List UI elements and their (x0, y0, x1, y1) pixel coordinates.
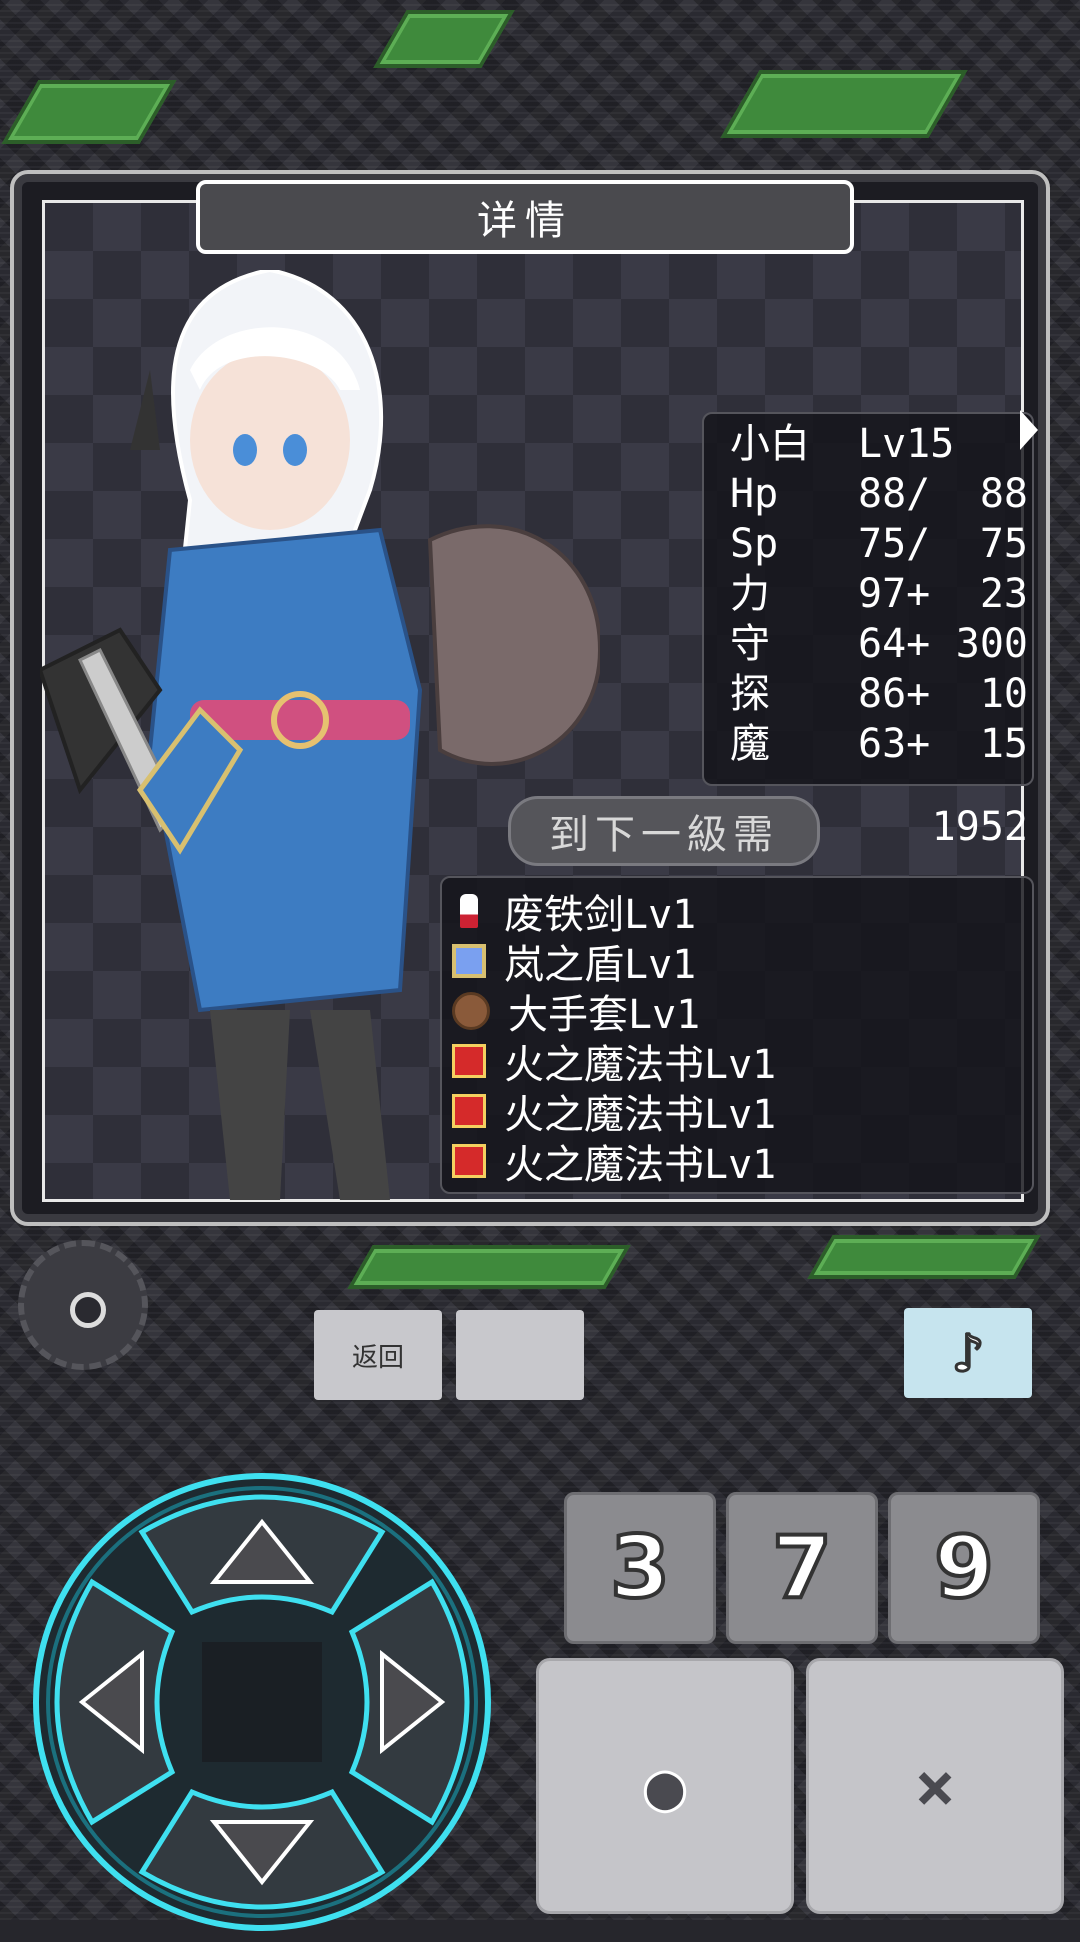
stat-row-sp: Sp 75/75 (730, 521, 1028, 567)
panel-title: 详情 (196, 180, 854, 254)
sword-icon (460, 894, 478, 928)
next-level-row: 到下一級需 1952 (508, 796, 1028, 866)
equipment-item[interactable]: 废铁剑Lv1 (442, 886, 696, 938)
back-button[interactable]: 返回 (314, 1310, 442, 1400)
music-note-icon: ♪ (950, 1320, 985, 1386)
equipment-item[interactable]: 火之魔法书Lv1 (442, 1036, 776, 1088)
stat-row-strength: 力 97+ 23 (730, 571, 1028, 617)
map-tile (807, 1235, 1041, 1279)
confirm-button[interactable]: ● (536, 1658, 794, 1914)
cancel-button[interactable]: ✕ (806, 1658, 1064, 1914)
next-level-label: 到下一級需 (508, 796, 820, 866)
stat-row-explore: 探 86+ 10 (730, 671, 1028, 717)
num-button-7[interactable]: 7 (726, 1492, 878, 1644)
dpad-center (202, 1642, 322, 1762)
book-icon (452, 1094, 486, 1128)
blank-button[interactable] (456, 1310, 584, 1400)
stat-row-name: 小白 Lv15 (730, 421, 955, 467)
shield-icon (452, 944, 486, 978)
equipment-list: 废铁剑Lv1 岚之盾Lv1 大手套Lv1 火之魔法书Lv1 火之魔法书Lv1 火… (440, 876, 1034, 1194)
settings-gear-icon[interactable] (18, 1240, 148, 1370)
num-button-3[interactable]: 3 (564, 1492, 716, 1644)
circle-icon: ● (644, 1746, 687, 1826)
equipment-item[interactable]: 岚之盾Lv1 (442, 936, 696, 988)
stat-row-magic: 魔 63+ 15 (730, 721, 1028, 767)
equipment-item[interactable]: 火之魔法书Lv1 (442, 1136, 776, 1188)
panel-title-text: 详情 (477, 198, 573, 244)
stat-row-hp: Hp 88/88 (730, 471, 1028, 517)
glove-icon (452, 992, 490, 1030)
next-level-value: 1952 (931, 804, 1028, 850)
map-tile (347, 1245, 631, 1289)
book-icon (452, 1044, 486, 1078)
cross-icon: ✕ (915, 1750, 954, 1823)
map-tile (720, 70, 968, 138)
dpad[interactable] (22, 1462, 502, 1942)
stat-row-defense: 守 64+ 300 (730, 621, 1028, 667)
book-icon (452, 1144, 486, 1178)
equipment-item[interactable]: 大手套Lv1 (442, 986, 700, 1038)
num-button-9[interactable]: 9 (888, 1492, 1040, 1644)
stats-panel: 小白 Lv15 Hp 88/88 Sp 75/75 力 97+ 23 守 64+ 300 探8… (702, 410, 1038, 786)
music-toggle-button[interactable]: ♪ (904, 1308, 1032, 1398)
equipment-item[interactable]: 火之魔法书Lv1 (442, 1086, 776, 1138)
